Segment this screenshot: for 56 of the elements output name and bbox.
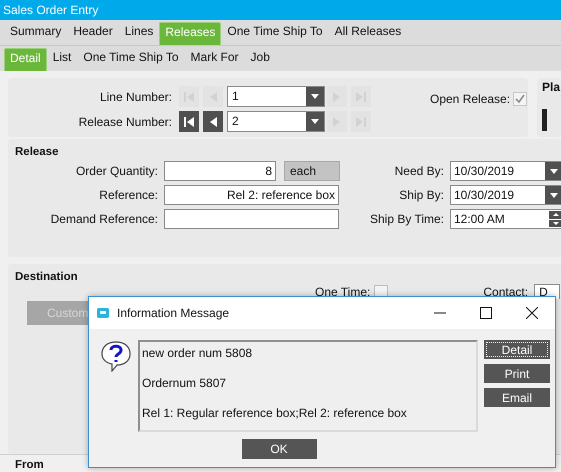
field-label: Need By: bbox=[394, 164, 445, 178]
text-field[interactable] bbox=[164, 209, 339, 229]
message-text: new order num 5808 bbox=[142, 345, 254, 362]
field-label: Ship By Time: bbox=[368, 212, 445, 226]
tab[interactable]: List bbox=[46, 48, 78, 71]
tab[interactable]: Header bbox=[67, 22, 119, 45]
field-label: Release Number: bbox=[78, 114, 173, 128]
splitter-handle[interactable] bbox=[542, 109, 547, 131]
unit-label: each bbox=[284, 161, 340, 181]
tab[interactable]: Job bbox=[244, 48, 276, 71]
previous-record-button[interactable] bbox=[203, 111, 223, 132]
message-text: Rel 1: Regular reference box;Rel 2: reference box bbox=[142, 405, 408, 422]
panel-title: Pla bbox=[542, 80, 560, 94]
dialog-button[interactable]: Print bbox=[484, 364, 550, 383]
tab[interactable]: Summary bbox=[4, 22, 68, 45]
text-field[interactable]: Rel 2: reference box bbox=[164, 185, 339, 205]
caret-icon bbox=[311, 94, 319, 99]
up-arrow-icon[interactable] bbox=[552, 213, 558, 216]
caret-icon bbox=[550, 168, 558, 174]
dialog-title: Information Message bbox=[117, 306, 230, 320]
skip-back-icon bbox=[183, 116, 195, 128]
field-label: Open Release: bbox=[430, 92, 510, 106]
down-arrow-icon[interactable] bbox=[552, 222, 558, 225]
number-dropdown[interactable]: 2 bbox=[227, 111, 325, 132]
field-label: Contact: bbox=[483, 284, 528, 298]
ok-button[interactable]: OK bbox=[242, 439, 316, 459]
dialog-button[interactable]: Detail bbox=[484, 340, 550, 359]
maximize-icon[interactable] bbox=[480, 307, 492, 319]
first-record-button[interactable] bbox=[179, 111, 199, 132]
number-dropdown[interactable]: 1 bbox=[227, 86, 325, 107]
date-dropdown[interactable]: 10/30/2019 bbox=[450, 185, 561, 205]
tab[interactable]: Mark For bbox=[184, 48, 245, 71]
window-title: Sales Order Entry bbox=[0, 0, 561, 20]
field-label: Line Number: bbox=[98, 90, 173, 104]
section-title: Release bbox=[15, 146, 60, 160]
date-dropdown[interactable]: 10/30/2019 bbox=[450, 161, 561, 181]
message-text: Ordernum 5807 bbox=[142, 375, 228, 392]
help-icon bbox=[100, 340, 132, 372]
caret-icon bbox=[311, 119, 319, 124]
app-icon bbox=[97, 308, 109, 318]
close-icon[interactable] bbox=[526, 307, 538, 319]
tab[interactable]: One Time Ship To bbox=[77, 48, 185, 71]
field-label: Reference: bbox=[98, 188, 159, 202]
field-label: Ship By: bbox=[398, 188, 445, 202]
section-title: From bbox=[15, 459, 44, 471]
section-title: Destination bbox=[15, 271, 79, 285]
tab[interactable]: All Releases bbox=[328, 22, 408, 45]
time-spinner[interactable]: 12:00 AM bbox=[450, 209, 561, 229]
dialog-button[interactable]: Email bbox=[484, 388, 550, 407]
tab[interactable]: One Time Ship To bbox=[221, 22, 329, 45]
caret-icon bbox=[550, 192, 558, 198]
text-field[interactable]: 8 bbox=[164, 161, 276, 181]
field-label: Order Quantity: bbox=[74, 164, 159, 178]
field-label: Demand Reference: bbox=[50, 212, 159, 226]
tab[interactable]: Lines bbox=[118, 22, 160, 45]
field-label: One Time: bbox=[315, 284, 370, 298]
